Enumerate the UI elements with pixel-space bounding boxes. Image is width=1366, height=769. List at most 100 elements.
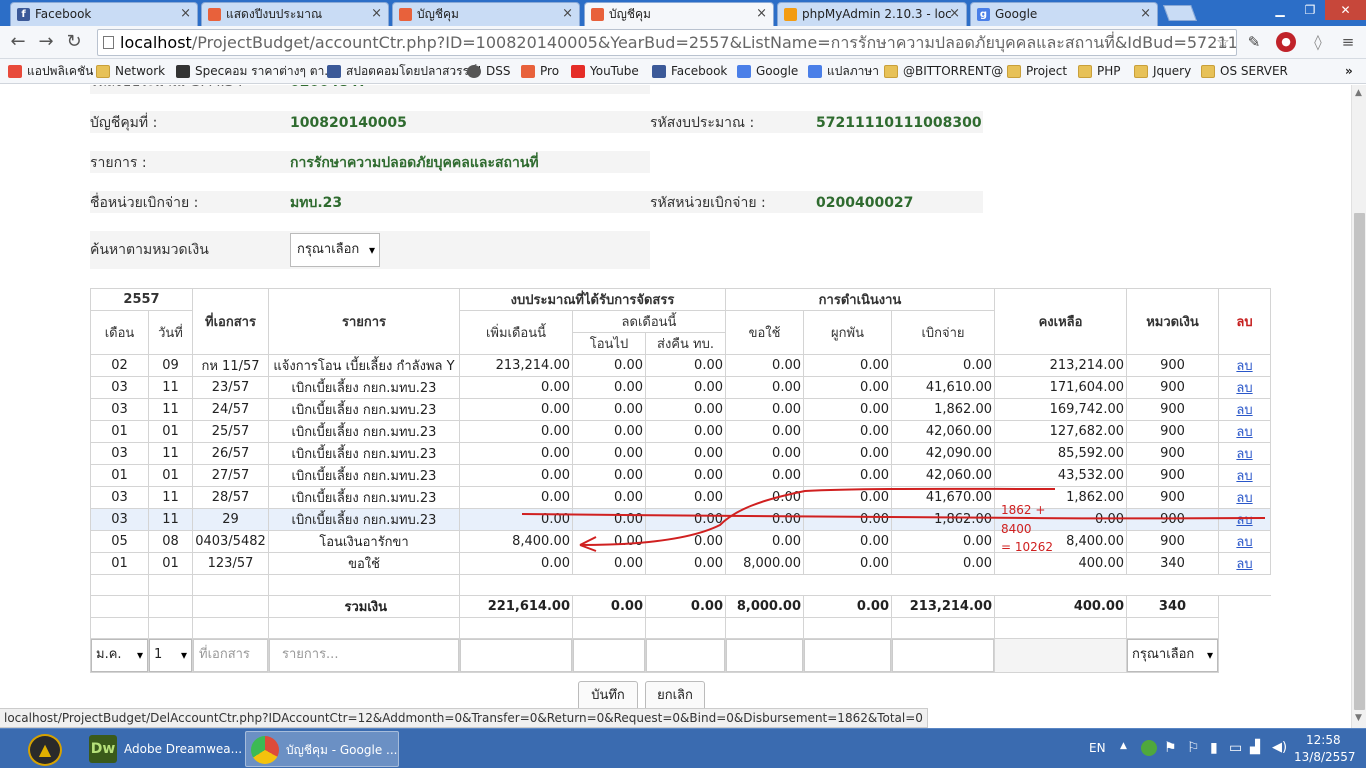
total-disburse: 213,214.00 bbox=[891, 595, 995, 618]
close-icon[interactable]: × bbox=[756, 3, 767, 25]
doc-number-input[interactable]: ที่เอกสาร bbox=[193, 639, 268, 672]
scrollbar-thumb[interactable] bbox=[1354, 213, 1365, 710]
clock-time[interactable]: 12:58 bbox=[1306, 733, 1341, 747]
minimize-button[interactable]: ▁ bbox=[1265, 0, 1295, 20]
facebook-icon bbox=[652, 65, 666, 78]
row-delete-cell: ลบ bbox=[1218, 442, 1271, 465]
row-bind: 0.00 bbox=[803, 464, 892, 487]
cancel-button[interactable]: ยกเลิก bbox=[645, 681, 705, 708]
row-bind: 0.00 bbox=[803, 354, 892, 377]
category-select[interactable]: กรุณาเลือก bbox=[1127, 639, 1218, 672]
more-bookmarks-icon[interactable]: » bbox=[1345, 63, 1353, 80]
delete-link[interactable]: ลบ bbox=[1236, 447, 1252, 462]
utorrent-icon[interactable] bbox=[1141, 740, 1157, 756]
row-request: 0.00 bbox=[725, 464, 804, 487]
close-icon[interactable]: × bbox=[949, 3, 960, 25]
signal-icon[interactable]: ▟ bbox=[1250, 740, 1260, 755]
start-button[interactable]: ▲ bbox=[28, 734, 62, 766]
save-button[interactable]: บันทึก bbox=[578, 681, 638, 708]
close-icon[interactable]: × bbox=[1140, 3, 1151, 25]
delete-link[interactable]: ลบ bbox=[1236, 469, 1252, 484]
scroll-up-icon[interactable]: ▲ bbox=[1355, 88, 1362, 98]
browser-tab-bar: f Facebook × แสดงปีงบประมาณ × บัญชีคุม ×… bbox=[0, 0, 1366, 26]
delete-link[interactable]: ลบ bbox=[1236, 359, 1252, 374]
bookmark-dss[interactable]: DSS bbox=[467, 63, 510, 80]
delete-link[interactable]: ลบ bbox=[1236, 491, 1252, 506]
gfmis-label: รหัสงบประมาณ GFMIS : bbox=[90, 85, 243, 93]
delete-link[interactable]: ลบ bbox=[1236, 425, 1252, 440]
item-input[interactable]: รายการ... bbox=[269, 639, 459, 672]
bookmark-pro[interactable]: Pro bbox=[521, 63, 559, 80]
tab-budget-year[interactable]: แสดงปีงบประมาณ × bbox=[201, 2, 389, 26]
bookmark-project[interactable]: Project bbox=[1007, 63, 1067, 80]
unit-code-value: 0200400027 bbox=[816, 195, 914, 211]
shield-icon[interactable]: ◊ bbox=[1308, 32, 1328, 52]
month-select[interactable]: ม.ค. bbox=[91, 639, 148, 672]
task-chrome[interactable]: บัญชีคุม - Google ... bbox=[245, 731, 399, 767]
new-tab-button[interactable] bbox=[1163, 5, 1197, 21]
close-window-button[interactable]: ✕ bbox=[1325, 0, 1366, 20]
row-day: 08 bbox=[148, 530, 193, 553]
bookmark-facebook[interactable]: Facebook bbox=[652, 63, 727, 80]
tray-expand-icon[interactable]: ▲ bbox=[1120, 741, 1127, 751]
close-icon[interactable]: × bbox=[371, 3, 382, 25]
total-request: 8,000.00 bbox=[725, 595, 804, 618]
delete-link[interactable]: ลบ bbox=[1236, 403, 1252, 418]
tab-phpmyadmin[interactable]: phpMyAdmin 2.10.3 - loc × bbox=[777, 2, 967, 26]
bookmark-bittorrent[interactable]: @BITTORRENT@ bbox=[884, 63, 1003, 80]
star-icon[interactable]: ☆ bbox=[1213, 32, 1233, 52]
row-month: 03 bbox=[90, 398, 149, 421]
tab-google[interactable]: g Google × bbox=[970, 2, 1158, 26]
bookmark-youtube[interactable]: YouTube bbox=[571, 63, 639, 80]
close-icon[interactable]: × bbox=[562, 3, 573, 25]
bookmark-google[interactable]: Google bbox=[737, 63, 798, 80]
battery-icon[interactable]: ▮ bbox=[1210, 740, 1218, 756]
language-indicator[interactable]: EN bbox=[1089, 741, 1106, 755]
bookmark-spot[interactable]: สปอตคอมโดยปลาสวรรค์! bbox=[327, 63, 482, 80]
tab-account-1[interactable]: บัญชีคุม × bbox=[392, 2, 580, 26]
clock-date[interactable]: 13/8/2557 bbox=[1294, 750, 1356, 764]
restore-button[interactable]: ❐ bbox=[1295, 0, 1325, 20]
row-item: เบิกเบี้ยเลี้ยง กยก.มทบ.23 bbox=[268, 486, 460, 509]
row-transfer: 0.00 bbox=[572, 420, 646, 443]
request-input[interactable] bbox=[726, 639, 803, 672]
bookmark-network[interactable]: Network bbox=[96, 63, 165, 80]
bind-input[interactable] bbox=[804, 639, 891, 672]
menu-icon[interactable]: ≡ bbox=[1338, 32, 1358, 52]
close-icon[interactable]: × bbox=[180, 3, 191, 25]
row-category: 340 bbox=[1126, 552, 1219, 575]
bookmark-os-server[interactable]: OS SERVER bbox=[1201, 63, 1288, 80]
disburse-input[interactable] bbox=[892, 639, 994, 672]
delete-link[interactable]: ลบ bbox=[1236, 535, 1252, 550]
reload-button[interactable]: ↻ bbox=[62, 31, 86, 55]
forward-button[interactable]: → bbox=[34, 31, 58, 55]
scroll-down-icon[interactable]: ▼ bbox=[1355, 713, 1362, 723]
tab-label: Google bbox=[995, 7, 1038, 21]
network-icon[interactable]: ⚑ bbox=[1164, 740, 1177, 756]
delete-link[interactable]: ลบ bbox=[1236, 381, 1252, 396]
address-bar[interactable]: localhost/ProjectBudget/accountCtr.php?I… bbox=[97, 29, 1237, 56]
adblock-icon[interactable]: ● bbox=[1276, 32, 1296, 52]
row-category: 900 bbox=[1126, 442, 1219, 465]
flag-icon[interactable]: ⚐ bbox=[1187, 740, 1200, 756]
bookmark-apps[interactable]: แอปพลิเคชัน bbox=[8, 63, 93, 80]
search-category-select[interactable]: กรุณาเลือก bbox=[290, 233, 380, 267]
bookmark-php[interactable]: PHP bbox=[1078, 63, 1121, 80]
eyedropper-icon[interactable]: ✎ bbox=[1244, 32, 1264, 52]
day-select[interactable]: 1 bbox=[149, 639, 192, 672]
back-button[interactable]: ← bbox=[6, 31, 30, 55]
display-icon[interactable]: ▭ bbox=[1229, 740, 1242, 756]
vertical-scrollbar[interactable]: ▲ ▼ bbox=[1351, 85, 1366, 728]
tab-account-active[interactable]: บัญชีคุม × bbox=[584, 2, 774, 26]
bookmark-spec[interactable]: Specคอม ราคาต่างๆ ตา... bbox=[176, 63, 336, 80]
bookmark-translate[interactable]: แปลภาษา bbox=[808, 63, 879, 80]
volume-icon[interactable]: ◀) bbox=[1272, 740, 1287, 755]
bookmark-jquery[interactable]: Jquery bbox=[1134, 63, 1191, 80]
delete-link[interactable]: ลบ bbox=[1236, 513, 1252, 528]
add-amount-input[interactable] bbox=[460, 639, 572, 672]
delete-link[interactable]: ลบ bbox=[1236, 557, 1252, 572]
return-input[interactable] bbox=[646, 639, 725, 672]
task-dreamweaver[interactable]: Dw Adobe Dreamwea... bbox=[84, 731, 242, 767]
transfer-input[interactable] bbox=[573, 639, 645, 672]
tab-facebook[interactable]: f Facebook × bbox=[10, 2, 198, 26]
